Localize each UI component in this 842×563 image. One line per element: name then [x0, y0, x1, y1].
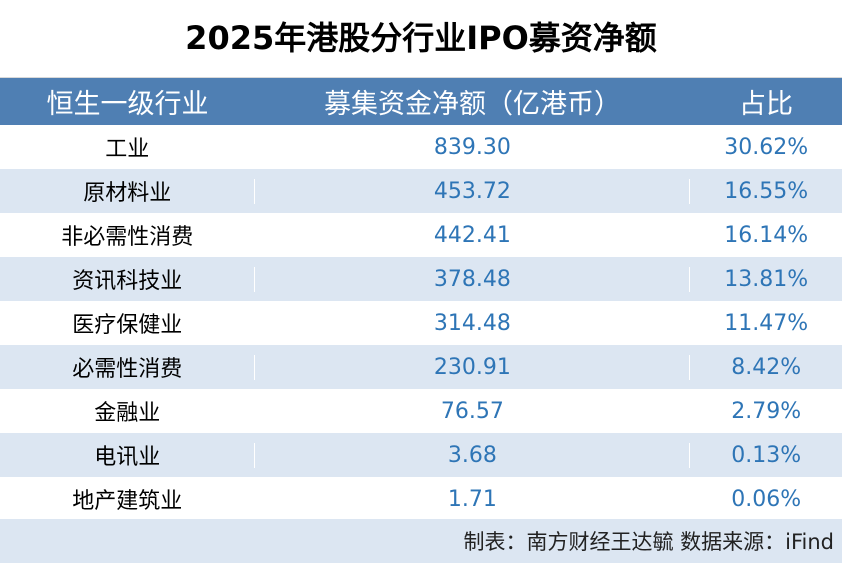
table-header: 恒生一级行业 募集资金净额（亿港币） 占比 — [0, 78, 842, 125]
cell-industry: 金融业 — [94, 401, 161, 426]
cell-net-proceeds: 839.30 — [254, 134, 691, 160]
table-row: 非必需性消费 442.41 16.14% — [0, 213, 842, 257]
cell-industry: 资讯科技业 — [72, 269, 183, 294]
cell-net-proceeds: 76.57 — [254, 398, 691, 424]
cell-net-proceeds: 314.48 — [254, 310, 691, 336]
cell-net-proceeds: 453.72 — [254, 178, 691, 204]
table-row: 金融业 76.57 2.79% — [0, 389, 842, 433]
source-note: 制表：南方财经王达毓 数据来源：iFind — [463, 530, 834, 554]
table-row: 原材料业 453.72 16.55% — [0, 169, 842, 213]
table-title: 2025年港股分行业IPO募资净额 — [0, 0, 842, 78]
cell-industry: 必需性消费 — [72, 357, 183, 382]
cell-share: 13.81% — [724, 266, 809, 292]
header-share: 占比 — [739, 89, 793, 120]
table-row: 工业 839.30 30.62% — [0, 125, 842, 169]
cell-net-proceeds: 378.48 — [254, 266, 691, 292]
cell-net-proceeds: 1.71 — [254, 486, 691, 512]
cell-industry: 工业 — [105, 137, 150, 162]
cell-share: 16.55% — [724, 178, 809, 204]
cell-net-proceeds: 3.68 — [254, 442, 691, 468]
header-industry: 恒生一级行业 — [46, 89, 209, 120]
table-row: 地产建筑业 1.71 0.06% — [0, 477, 842, 521]
header-net-proceeds: 募集资金净额（亿港币） — [324, 89, 621, 120]
cell-net-proceeds: 442.41 — [254, 222, 691, 248]
table-row: 医疗保健业 314.48 11.47% — [0, 301, 842, 345]
table-footnote: 制表：南方财经王达毓 数据来源：iFind — [0, 519, 842, 563]
table-row: 资讯科技业 378.48 13.81% — [0, 257, 842, 301]
cell-share: 8.42% — [731, 354, 802, 380]
cell-industry: 非必需性消费 — [61, 225, 194, 250]
cell-share: 0.06% — [731, 486, 802, 512]
table-row: 必需性消费 230.91 8.42% — [0, 345, 842, 389]
cell-share: 0.13% — [731, 442, 802, 468]
table-row: 电讯业 3.68 0.13% — [0, 433, 842, 477]
cell-share: 11.47% — [724, 310, 809, 336]
cell-industry: 地产建筑业 — [72, 489, 183, 514]
cell-industry: 原材料业 — [83, 181, 172, 206]
cell-share: 2.79% — [731, 398, 802, 424]
cell-industry: 电讯业 — [94, 445, 161, 470]
cell-share: 16.14% — [724, 222, 809, 248]
cell-net-proceeds: 230.91 — [254, 354, 691, 380]
table-figure: 2025年港股分行业IPO募资净额 恒生一级行业 募集资金净额（亿港币） 占比 … — [0, 0, 842, 563]
cell-industry: 医疗保健业 — [72, 313, 183, 338]
cell-share: 30.62% — [724, 134, 809, 160]
